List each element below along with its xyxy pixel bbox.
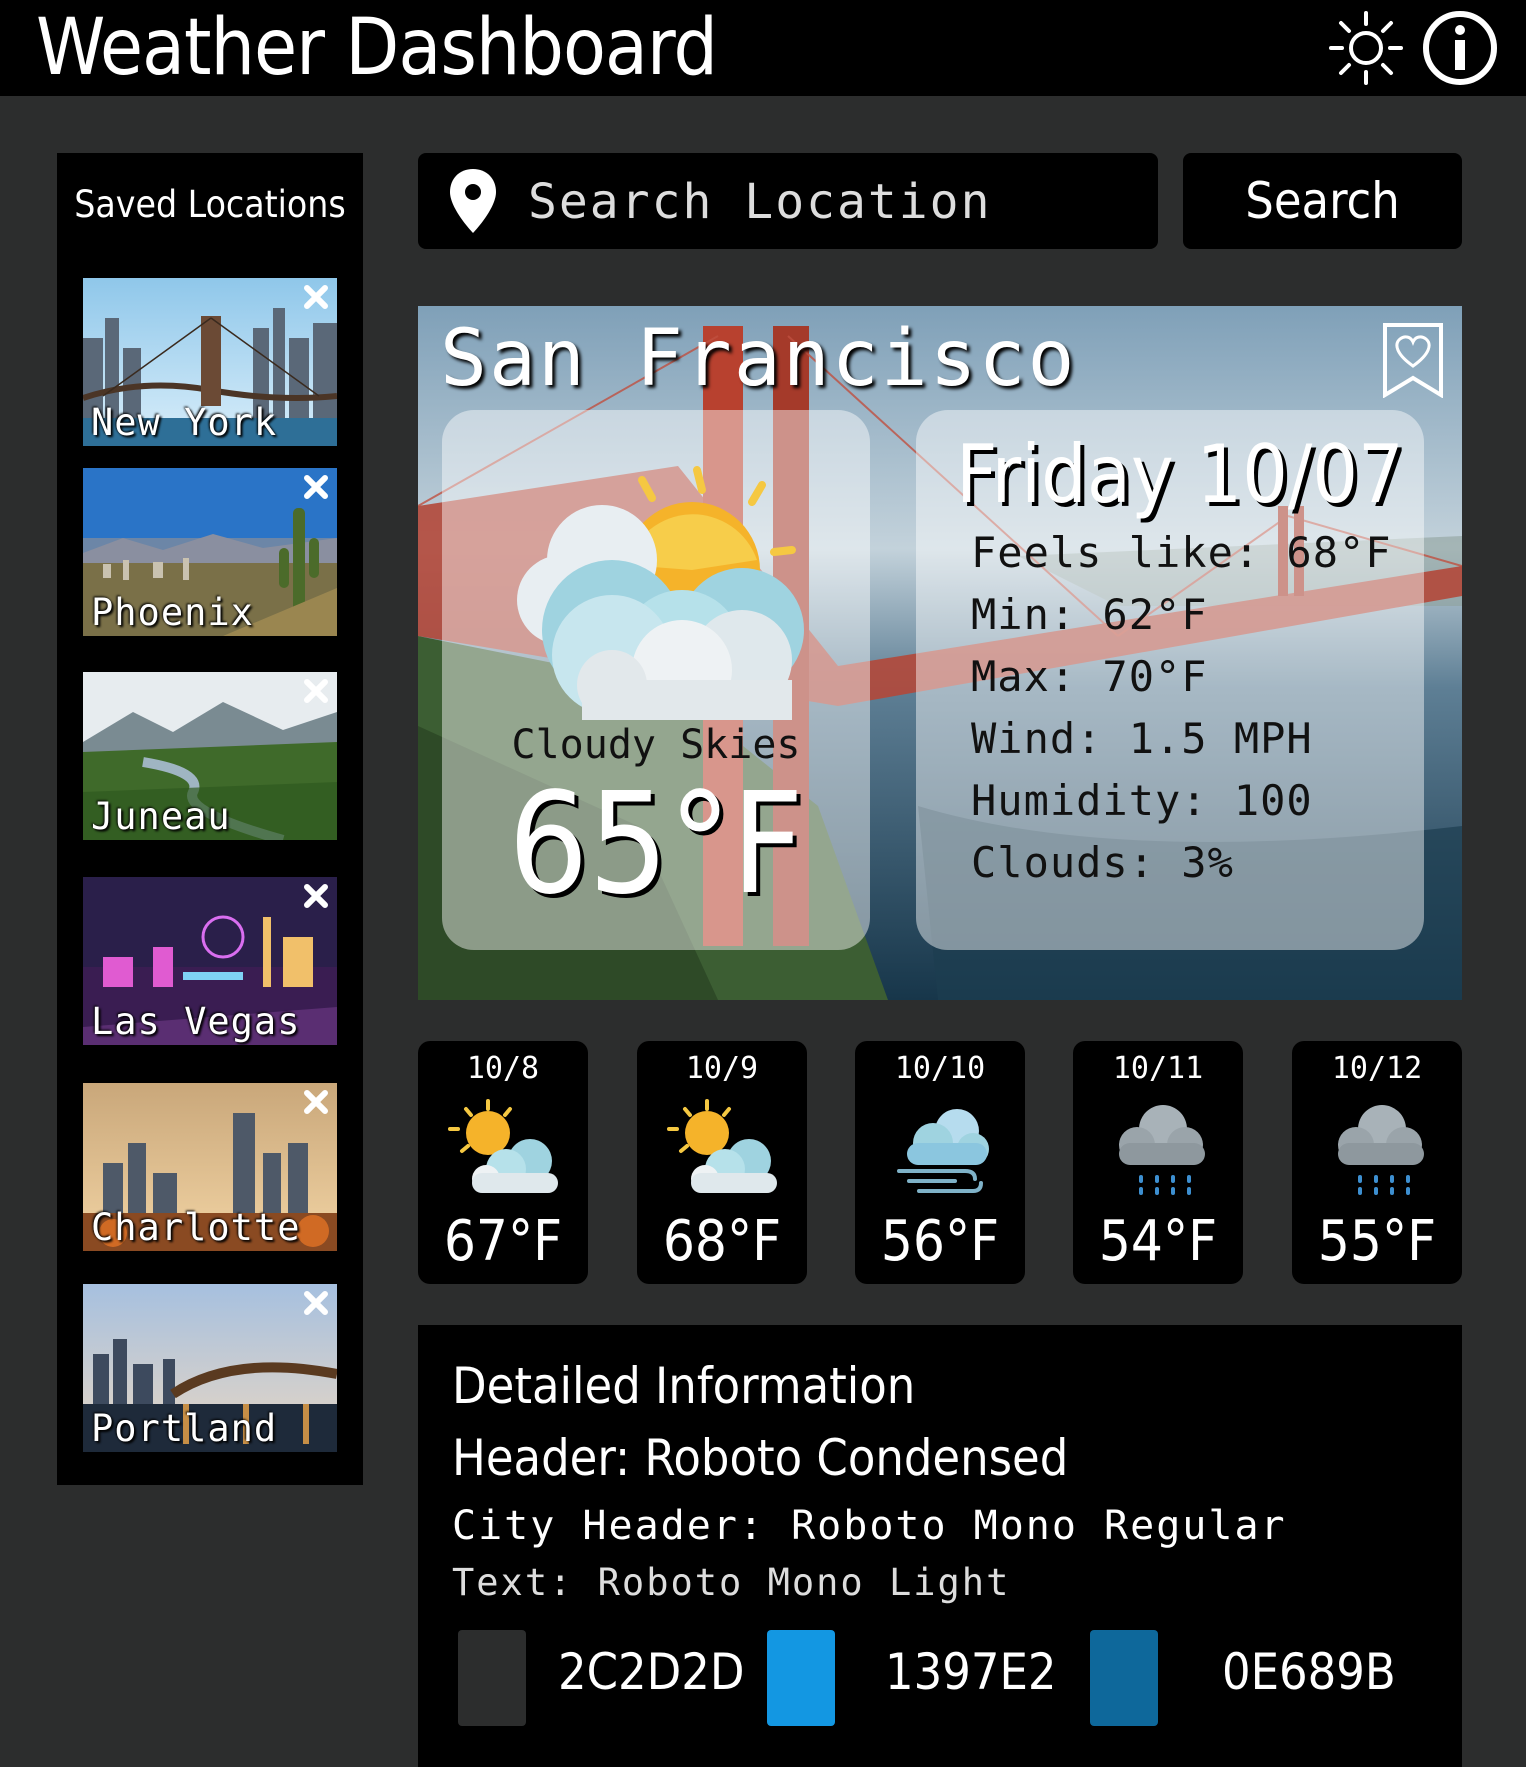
forecast-card[interactable]: 10/8 67°F <box>418 1041 588 1284</box>
close-icon[interactable] <box>299 674 333 708</box>
location-label: Charlotte <box>91 1206 301 1249</box>
forecast-temp: 68°F <box>662 1209 782 1274</box>
partly-cloudy-icon <box>667 1099 777 1193</box>
saved-locations-sidebar: Saved Locations New York Phoenix Juneau … <box>57 153 363 1485</box>
forecast-card[interactable]: 10/12 55°F <box>1292 1041 1462 1284</box>
color-hex: 1397E2 <box>885 1643 1057 1701</box>
sidebar-title: Saved Locations <box>74 183 346 226</box>
info-icon[interactable] <box>1420 8 1500 88</box>
forecast-card[interactable]: 10/10 56°F <box>855 1041 1025 1284</box>
color-swatch <box>458 1630 526 1726</box>
clouds: Clouds: 3% <box>971 838 1234 887</box>
saved-location-new-york[interactable]: New York <box>83 278 337 446</box>
color-swatch <box>767 1630 835 1726</box>
cloudy-sun-icon <box>517 466 804 720</box>
max-temp: Max: 70°F <box>971 652 1208 701</box>
forecast-date: 10/8 <box>466 1051 540 1086</box>
saved-location-juneau[interactable]: Juneau <box>83 672 337 840</box>
location-pin-icon <box>450 169 496 233</box>
close-icon[interactable] <box>299 280 333 314</box>
city-header-font-info: City Header: Roboto Mono Regular <box>452 1503 1287 1549</box>
close-icon[interactable] <box>299 470 333 504</box>
color-hex: 2C2D2D <box>558 1643 745 1701</box>
saved-location-portland[interactable]: Portland <box>83 1284 337 1452</box>
forecast-date: 10/12 <box>1331 1051 1423 1086</box>
color-swatch <box>1090 1630 1158 1726</box>
search-input[interactable] <box>526 167 1140 237</box>
forecast-date: 10/9 <box>685 1051 759 1086</box>
details-title: Detailed Information <box>452 1357 916 1415</box>
rain-cloud-icon <box>1338 1105 1424 1195</box>
current-date: Friday 10/07 <box>956 428 1404 521</box>
search-button[interactable]: Search <box>1183 153 1462 249</box>
sun-icon[interactable] <box>1326 8 1406 88</box>
saved-location-phoenix[interactable]: Phoenix <box>83 468 337 636</box>
location-label: Portland <box>91 1407 278 1450</box>
top-bar: Weather Dashboard <box>0 0 1526 96</box>
close-icon[interactable] <box>299 879 333 913</box>
search-bar <box>418 153 1158 249</box>
min-temp: Min: 62°F <box>971 590 1208 639</box>
condition-label: Cloudy Skies <box>511 722 801 768</box>
app-title: Weather Dashboard <box>36 3 718 93</box>
current-condition-panel: Cloudy Skies 65°F <box>442 410 870 950</box>
forecast-date: 10/10 <box>894 1051 986 1086</box>
forecast-temp: 55°F <box>1317 1209 1437 1274</box>
forecast-card[interactable]: 10/9 68°F <box>637 1041 807 1284</box>
location-label: Las Vegas <box>91 1000 301 1043</box>
close-icon[interactable] <box>299 1286 333 1320</box>
forecast-temp: 56°F <box>880 1209 1000 1274</box>
current-weather-card: San Francisco Cloudy Skies 65°F Friday 1… <box>418 306 1462 1000</box>
wind-speed: Wind: 1.5 MPH <box>971 714 1313 763</box>
text-font-info: Text: Roboto Mono Light <box>452 1561 1011 1604</box>
color-hex: 0E689B <box>1222 1643 1396 1701</box>
location-label: New York <box>91 401 278 444</box>
saved-location-charlotte[interactable]: Charlotte <box>83 1083 337 1251</box>
feels-like: Feels like: 68°F <box>971 528 1392 577</box>
city-title: San Francisco <box>440 314 1077 404</box>
bookmark-heart-icon[interactable] <box>1382 322 1444 398</box>
current-temperature: 65°F <box>508 763 804 926</box>
forecast-temp: 67°F <box>443 1209 563 1274</box>
detailed-information-panel: Detailed Information Header: Roboto Cond… <box>418 1325 1462 1767</box>
forecast-temp: 54°F <box>1098 1209 1218 1274</box>
partly-cloudy-icon <box>448 1099 558 1193</box>
close-icon[interactable] <box>299 1085 333 1119</box>
forecast-date: 10/11 <box>1112 1051 1204 1086</box>
location-label: Juneau <box>91 795 231 838</box>
location-label: Phoenix <box>91 591 254 634</box>
windy-cloud-icon <box>897 1109 989 1193</box>
humidity: Humidity: 100 <box>971 776 1313 825</box>
rain-cloud-icon <box>1119 1105 1205 1195</box>
forecast-card[interactable]: 10/11 54°F <box>1073 1041 1243 1284</box>
header-font-info: Header: Roboto Condensed <box>452 1429 1069 1487</box>
current-details-panel: Friday 10/07 Feels like: 68°F Min: 62°F … <box>916 410 1424 950</box>
saved-location-las-vegas[interactable]: Las Vegas <box>83 877 337 1045</box>
